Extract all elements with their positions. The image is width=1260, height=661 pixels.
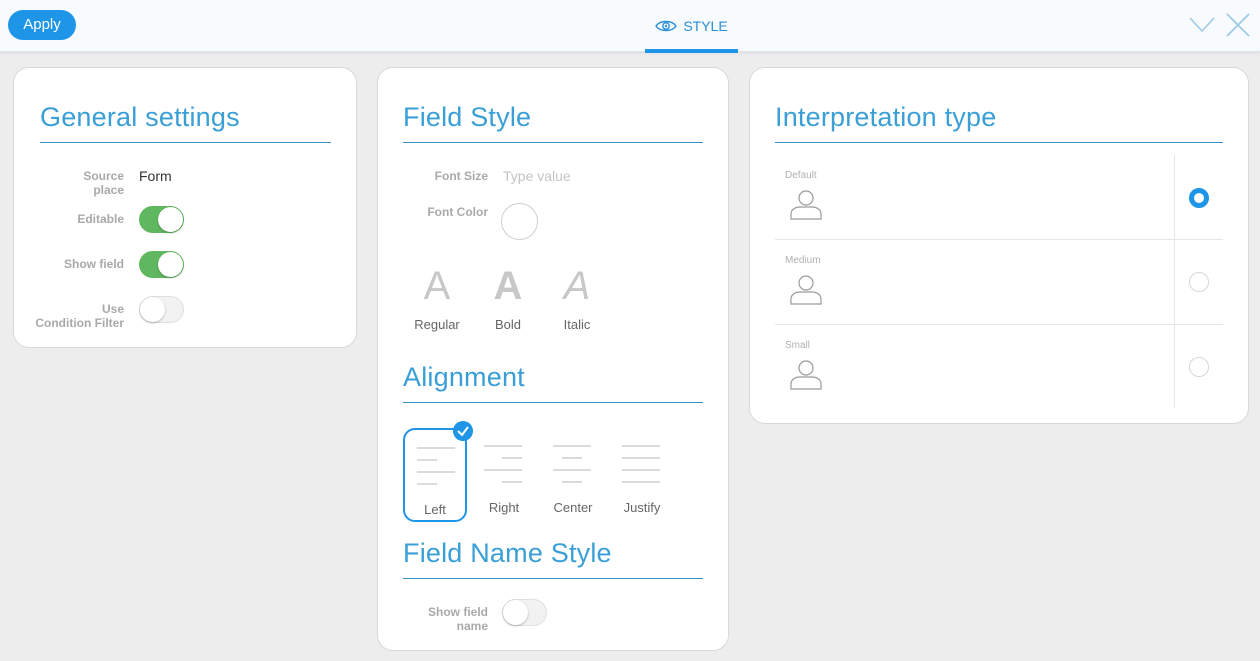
interpretation-type-heading: Interpretation type: [775, 102, 1223, 143]
field-name-style-heading: Field Name Style: [403, 538, 703, 579]
person-icon: [790, 275, 822, 305]
font-bold-label: Bold: [494, 317, 522, 332]
interpretation-type-card: Interpretation type Default Medium Small: [749, 67, 1249, 424]
font-bold-icon: A: [493, 264, 523, 308]
show-field-name-label-line2: name: [456, 619, 488, 633]
align-center-option[interactable]: Center: [541, 428, 605, 522]
use-condition-filter-toggle[interactable]: [139, 296, 184, 323]
toggle-knob: [158, 252, 183, 277]
general-settings-heading: General settings: [40, 102, 331, 143]
font-size-label: Font Size: [434, 169, 488, 183]
selected-check-icon: [453, 421, 473, 441]
person-icon: [790, 190, 822, 220]
eye-icon: [655, 20, 678, 32]
tab-style[interactable]: STYLE: [645, 0, 738, 53]
font-italic-icon: A: [563, 264, 591, 308]
interpretation-medium-label: Medium: [785, 255, 821, 266]
general-settings-card: General settings Source place Form Edita…: [13, 67, 357, 348]
font-size-input[interactable]: Type value: [503, 168, 571, 184]
align-left-icon: [417, 447, 455, 485]
tab-style-label: STYLE: [683, 18, 728, 34]
chevron-down-icon: [1189, 17, 1215, 33]
field-name-style-title: Field Name Style: [403, 538, 612, 568]
close-button[interactable]: [1225, 12, 1251, 38]
field-style-title: Field Style: [403, 102, 532, 132]
editable-label: Editable: [77, 212, 124, 226]
top-toolbar: Apply STYLE: [0, 0, 1260, 53]
interpretation-small-radio[interactable]: [1189, 357, 1209, 377]
interpretation-default-label: Default: [785, 170, 817, 181]
interpretation-row-small[interactable]: Small: [750, 325, 1223, 410]
interpretation-medium-radio[interactable]: [1189, 272, 1209, 292]
heading-divider: [403, 578, 703, 579]
use-condition-filter-label-line1: Use: [101, 302, 124, 316]
person-icon: [790, 360, 822, 390]
align-justify-option[interactable]: Justify: [610, 428, 674, 522]
interpretation-row-default[interactable]: Default: [750, 155, 1223, 240]
font-regular-icon: A: [423, 264, 451, 308]
align-justify-icon: [622, 445, 660, 483]
align-justify-label: Justify: [623, 500, 661, 515]
font-color-picker[interactable]: [501, 203, 538, 240]
align-right-icon: [484, 445, 522, 483]
show-field-label: Show field: [64, 257, 124, 271]
apply-button[interactable]: Apply: [8, 10, 76, 40]
collapse-button[interactable]: [1189, 12, 1215, 38]
toggle-knob: [158, 207, 183, 232]
heading-divider: [403, 402, 703, 403]
font-regular-label: Regular: [414, 317, 460, 332]
toggle-knob: [503, 600, 528, 625]
source-place-label: Source place: [44, 169, 124, 197]
interpretation-default-radio[interactable]: [1189, 188, 1209, 208]
editable-toggle[interactable]: [139, 206, 184, 233]
show-field-name-label-line1: Show field: [428, 605, 488, 619]
align-left-option[interactable]: Left: [403, 428, 467, 522]
font-italic-label: Italic: [563, 317, 591, 332]
show-field-toggle[interactable]: [139, 251, 184, 278]
font-style-bold[interactable]: A Bold: [478, 263, 538, 332]
font-style-regular[interactable]: A Regular: [407, 263, 467, 332]
general-settings-title: General settings: [40, 102, 240, 132]
active-tab-indicator: [645, 49, 738, 53]
heading-divider: [775, 142, 1223, 143]
show-field-name-label: Show field name: [388, 605, 488, 633]
use-condition-filter-label-line2: Condition Filter: [35, 316, 124, 330]
heading-divider: [403, 142, 703, 143]
align-right-label: Right: [488, 500, 520, 515]
alignment-title: Alignment: [403, 362, 525, 392]
source-place-label-text: Source place: [83, 169, 124, 197]
interpretation-type-title: Interpretation type: [775, 102, 997, 132]
use-condition-filter-label: Use Condition Filter: [24, 302, 124, 330]
font-color-label: Font Color: [427, 205, 488, 219]
interpretation-small-label: Small: [785, 340, 811, 351]
show-field-name-toggle[interactable]: [502, 599, 547, 626]
align-center-label: Center: [553, 500, 593, 515]
close-icon: [1226, 13, 1250, 37]
source-place-value: Form: [139, 168, 172, 184]
toggle-knob: [140, 297, 165, 322]
align-left-label: Left: [424, 502, 446, 517]
font-style-italic[interactable]: A Italic: [547, 263, 607, 332]
interpretation-row-medium[interactable]: Medium: [750, 240, 1223, 325]
field-style-heading: Field Style: [403, 102, 703, 143]
field-style-card: Field Style Font Size Type value Font Co…: [377, 67, 729, 651]
align-center-icon: [553, 445, 591, 483]
align-right-option[interactable]: Right: [472, 428, 536, 522]
alignment-heading: Alignment: [403, 362, 703, 403]
heading-divider: [40, 142, 331, 143]
